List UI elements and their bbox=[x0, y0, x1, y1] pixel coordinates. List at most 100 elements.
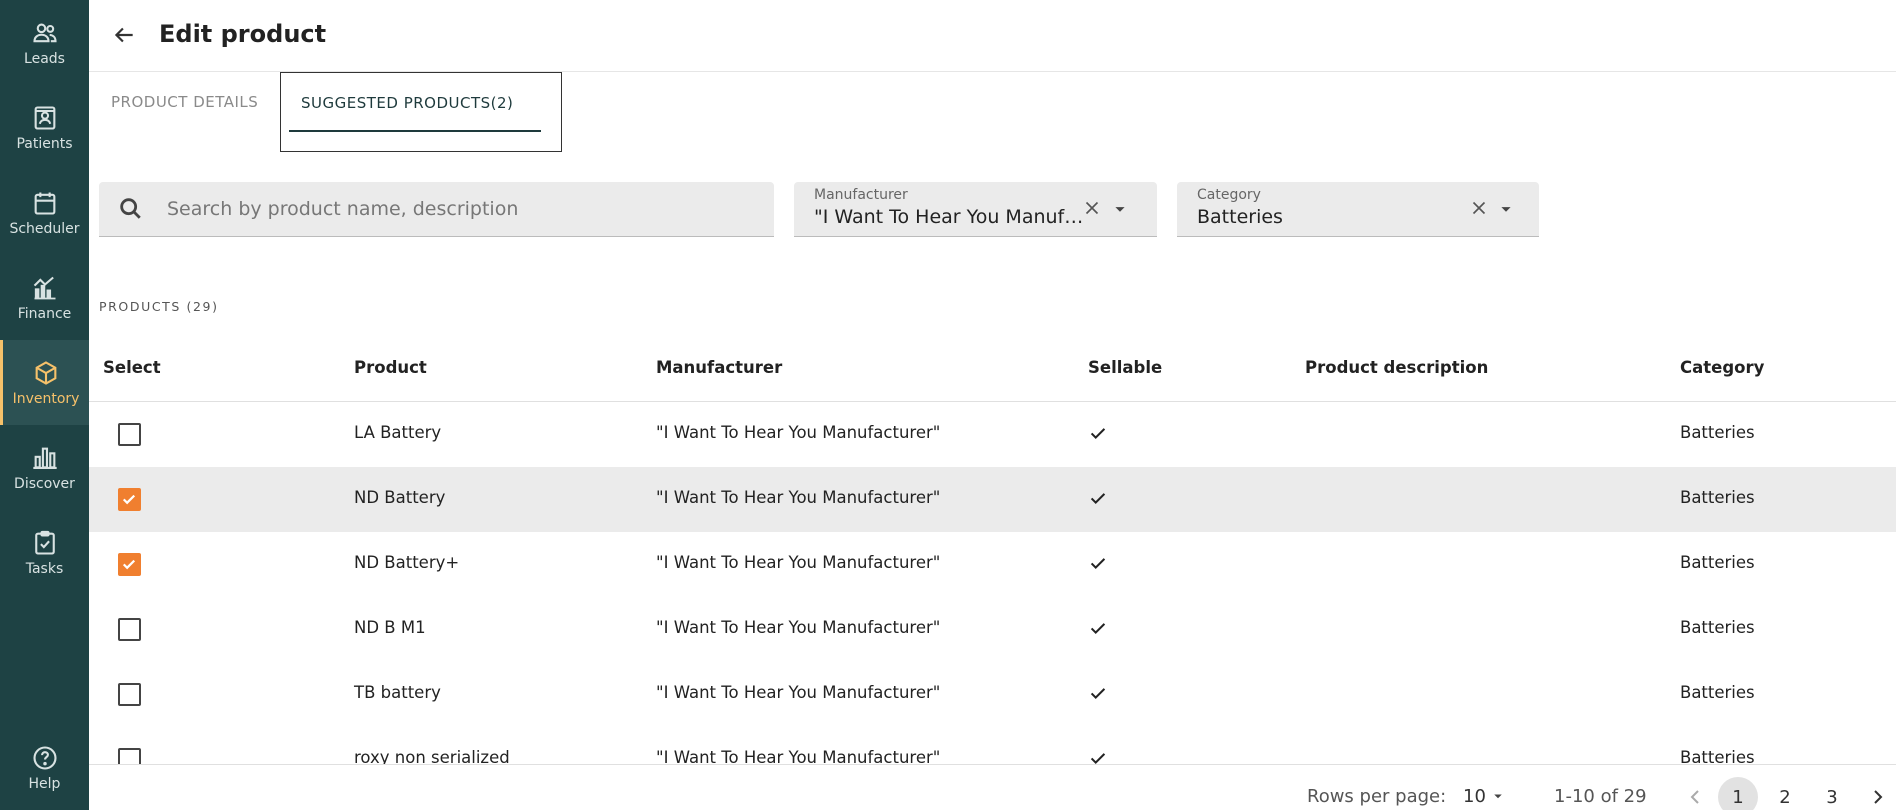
check-icon bbox=[1090, 493, 1106, 505]
rows-per-page-label: Rows per page: bbox=[1307, 786, 1447, 807]
table-row[interactable]: ND Battery+ "I Want To Hear You Manufact… bbox=[89, 532, 1896, 597]
cell-category: Batteries bbox=[1680, 748, 1755, 764]
sidebar: Leads Patients Scheduler Finance Invento… bbox=[0, 0, 89, 810]
table-pagination: Rows per page: 10 1-10 of 29 1 2 3 bbox=[89, 764, 1896, 810]
sidebar-item-inventory[interactable]: Inventory bbox=[0, 340, 89, 425]
sidebar-item-help[interactable]: Help bbox=[0, 725, 89, 810]
check-icon bbox=[1090, 428, 1106, 440]
help-icon bbox=[32, 745, 57, 770]
patient-card-icon bbox=[34, 105, 55, 130]
chevron-right-icon[interactable] bbox=[1866, 785, 1890, 809]
check-icon bbox=[1090, 688, 1106, 700]
page-title: Edit product bbox=[159, 20, 327, 48]
cell-manufacturer: "I Want To Hear You Manufacturer" bbox=[656, 423, 941, 442]
cell-manufacturer: "I Want To Hear You Manufacturer" bbox=[656, 618, 941, 637]
cell-manufacturer: "I Want To Hear You Manufacturer" bbox=[656, 748, 941, 764]
manufacturer-value: "I Want To Hear You Manufacturer" bbox=[814, 206, 1089, 228]
table-body: LA Battery "I Want To Hear You Manufactu… bbox=[89, 402, 1896, 764]
sidebar-item-label: Scheduler bbox=[9, 220, 80, 237]
clipboard-check-icon bbox=[34, 530, 55, 555]
checkbox-check-icon bbox=[122, 559, 136, 570]
bar-chart-icon bbox=[32, 447, 57, 469]
search-icon bbox=[120, 198, 141, 219]
table-row[interactable]: roxy non serialized "I Want To Hear You … bbox=[89, 727, 1896, 764]
table-row[interactable]: ND Battery "I Want To Hear You Manufactu… bbox=[89, 467, 1896, 532]
sidebar-item-label: Inventory bbox=[12, 390, 80, 407]
cell-category: Batteries bbox=[1680, 488, 1755, 507]
column-header-manufacturer[interactable]: Manufacturer bbox=[656, 358, 782, 377]
clear-category-icon[interactable] bbox=[1468, 197, 1490, 219]
calendar-icon bbox=[34, 192, 55, 215]
row-checkbox[interactable] bbox=[118, 488, 141, 511]
search-field[interactable] bbox=[99, 182, 774, 237]
sidebar-item-finance[interactable]: Finance bbox=[0, 255, 89, 340]
back-button[interactable] bbox=[109, 20, 139, 50]
clear-manufacturer-icon[interactable] bbox=[1081, 197, 1103, 219]
sidebar-item-tasks[interactable]: Tasks bbox=[0, 510, 89, 595]
cell-product: roxy non serialized bbox=[354, 748, 510, 764]
cell-category: Batteries bbox=[1680, 553, 1755, 572]
sidebar-item-leads[interactable]: Leads bbox=[0, 0, 89, 85]
sidebar-item-discover[interactable]: Discover bbox=[0, 425, 89, 510]
sidebar-item-patients[interactable]: Patients bbox=[0, 85, 89, 170]
page-button-2[interactable]: 2 bbox=[1765, 777, 1805, 810]
row-checkbox[interactable] bbox=[118, 683, 141, 706]
chevron-down-icon[interactable] bbox=[1495, 198, 1517, 220]
chevron-left-icon[interactable] bbox=[1683, 785, 1707, 809]
column-header-product[interactable]: Product bbox=[354, 358, 427, 377]
cell-product: TB battery bbox=[354, 683, 441, 702]
chevron-down-icon[interactable] bbox=[1489, 787, 1507, 805]
check-icon bbox=[1090, 623, 1106, 635]
cell-product: ND Battery bbox=[354, 488, 446, 507]
sidebar-item-label: Tasks bbox=[25, 560, 64, 577]
sidebar-item-label: Discover bbox=[14, 475, 75, 492]
tab-label: SUGGESTED PRODUCTS(2) bbox=[301, 94, 514, 112]
table-row[interactable]: ND B M1 "I Want To Hear You Manufacturer… bbox=[89, 597, 1896, 662]
cell-manufacturer: "I Want To Hear You Manufacturer" bbox=[656, 683, 941, 702]
tab-suggested-products[interactable]: SUGGESTED PRODUCTS(2) bbox=[280, 72, 562, 152]
sidebar-item-label: Patients bbox=[16, 135, 73, 152]
table-header: Select Product Manufacturer Sellable Pro… bbox=[89, 346, 1896, 402]
sidebar-item-label: Leads bbox=[24, 50, 65, 67]
people-icon bbox=[32, 23, 57, 42]
cell-manufacturer: "I Want To Hear You Manufacturer" bbox=[656, 553, 941, 572]
tab-product-details[interactable]: PRODUCT DETAILS bbox=[111, 72, 258, 152]
cell-product: ND B M1 bbox=[354, 618, 426, 637]
cell-product: ND Battery+ bbox=[354, 553, 460, 572]
checkbox-check-icon bbox=[122, 494, 136, 505]
table-row[interactable]: TB battery "I Want To Hear You Manufactu… bbox=[89, 662, 1896, 727]
cell-category: Batteries bbox=[1680, 618, 1755, 637]
arrow-left-icon bbox=[114, 27, 133, 43]
category-label: Category bbox=[1197, 187, 1261, 203]
chevron-down-icon[interactable] bbox=[1109, 198, 1131, 220]
box-icon bbox=[35, 360, 57, 385]
sidebar-item-label: Finance bbox=[17, 305, 72, 322]
page-button-3[interactable]: 3 bbox=[1812, 777, 1852, 810]
rows-per-page-select[interactable]: 10 bbox=[1463, 786, 1486, 807]
column-header-description[interactable]: Product description bbox=[1305, 358, 1488, 377]
category-value: Batteries bbox=[1197, 206, 1283, 228]
check-icon bbox=[1090, 558, 1106, 570]
search-input[interactable] bbox=[167, 198, 727, 220]
tab-active-indicator bbox=[289, 130, 541, 132]
sidebar-item-label: Help bbox=[28, 775, 61, 792]
row-checkbox[interactable] bbox=[118, 618, 141, 641]
sidebar-item-scheduler[interactable]: Scheduler bbox=[0, 170, 89, 255]
pagination-range: 1-10 of 29 bbox=[1554, 786, 1647, 807]
page-button-1[interactable]: 1 bbox=[1718, 777, 1758, 810]
cell-category: Batteries bbox=[1680, 683, 1755, 702]
cell-manufacturer: "I Want To Hear You Manufacturer" bbox=[656, 488, 941, 507]
row-checkbox[interactable] bbox=[118, 423, 141, 446]
products-count: PRODUCTS (29) bbox=[99, 299, 219, 314]
column-header-category[interactable]: Category bbox=[1680, 358, 1764, 377]
manufacturer-select[interactable]: Manufacturer "I Want To Hear You Manufac… bbox=[794, 182, 1157, 237]
cell-product: LA Battery bbox=[354, 423, 442, 442]
table-row[interactable]: LA Battery "I Want To Hear You Manufactu… bbox=[89, 402, 1896, 467]
row-checkbox[interactable] bbox=[118, 553, 141, 576]
column-header-select: Select bbox=[103, 358, 161, 377]
row-checkbox[interactable] bbox=[118, 748, 141, 764]
column-header-sellable[interactable]: Sellable bbox=[1088, 358, 1162, 377]
finance-chart-icon bbox=[33, 276, 55, 299]
check-icon bbox=[1090, 753, 1106, 764]
category-select[interactable]: Category Batteries bbox=[1177, 182, 1539, 237]
